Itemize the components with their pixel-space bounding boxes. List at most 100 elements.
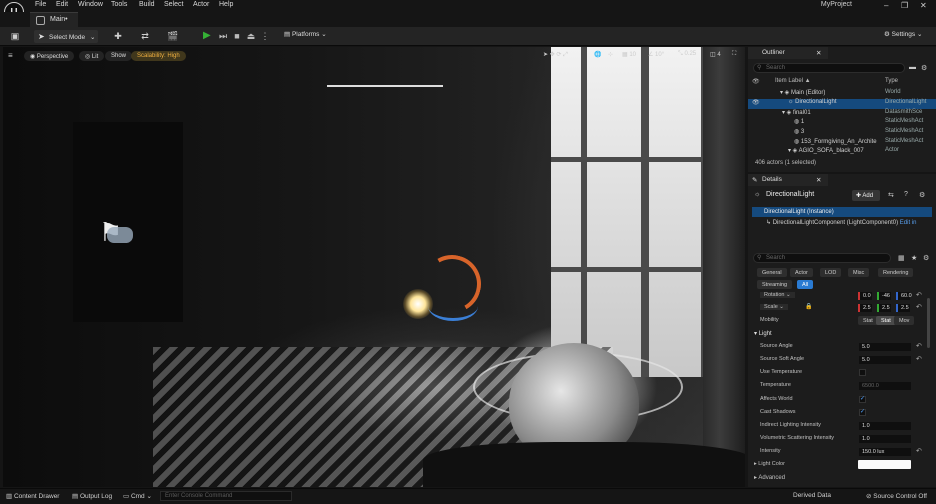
eye-icon[interactable]: 👁 [752, 99, 760, 106]
world-local-icon[interactable]: 🌐 [594, 51, 601, 61]
scale-x-field[interactable]: 2.5 [858, 304, 872, 312]
prop-source-angle-field[interactable]: 5.0 [859, 343, 911, 351]
help-icon[interactable]: ? [904, 191, 908, 198]
mobility-static[interactable]: Stat [858, 316, 878, 325]
add-component-button[interactable]: ✚ Add [852, 190, 880, 201]
reset-rotation-icon[interactable]: ↶ [916, 291, 922, 299]
select-tool-icon[interactable]: ➤ ✥ ⟳ ⤢ [543, 51, 568, 61]
reset-soft-angle-icon[interactable]: ↶ [916, 355, 922, 363]
perspective-button[interactable]: ◉ Perspective [24, 51, 75, 61]
reset-scale-icon[interactable]: ↶ [916, 303, 922, 311]
menu-help[interactable]: Help [219, 1, 233, 8]
scale-dropdown[interactable]: Scale ⌄ [760, 304, 788, 310]
camera-speed-icon[interactable]: ◫ 4 [710, 51, 721, 61]
directional-light-icon[interactable] [403, 289, 433, 319]
level-viewport[interactable]: ⚑ [3, 47, 745, 487]
stop-icon[interactable]: ■ [232, 31, 242, 41]
eject-icon[interactable]: ⏏ [246, 31, 256, 41]
blueprint-icon[interactable]: ⇄ [140, 31, 150, 41]
reset-intensity-icon[interactable]: ↶ [916, 447, 922, 455]
mobility-movable[interactable]: Mov [894, 316, 915, 325]
menu-window[interactable]: Window [78, 1, 103, 8]
select-mode-dropdown[interactable]: ➤ Select Mode ⌄ [34, 30, 98, 43]
menu-file[interactable]: File [35, 1, 46, 8]
tab-outliner[interactable]: Outliner ✕ [748, 47, 828, 59]
filter-all[interactable]: All [797, 280, 814, 289]
menu-build[interactable]: Build [139, 1, 155, 8]
affects-world-checkbox[interactable]: ✓ [859, 396, 866, 403]
details-settings-icon[interactable]: ⚙ [919, 191, 925, 199]
source-control-button[interactable]: ⊘ Source Control Off [866, 492, 927, 500]
filter-rendering[interactable]: Rendering [878, 268, 914, 277]
outliner-search-input[interactable]: ⚲ Search [753, 63, 905, 73]
scalability-warning[interactable]: Scalability: High [131, 51, 186, 61]
outliner-col-label[interactable]: Item Label ▲ [775, 78, 811, 84]
filter-general[interactable]: General [757, 268, 787, 277]
close-icon[interactable]: ✕ [920, 1, 927, 10]
scale-z-field[interactable]: 2.5 [896, 304, 910, 312]
outliner-row[interactable]: ◍ 3 StaticMeshAct [748, 128, 936, 138]
cmd-dropdown[interactable]: ▭ Cmd ⌄ [123, 492, 152, 500]
maximize-icon[interactable]: ❐ [901, 1, 908, 10]
rotation-gizmo-arc-blue[interactable] [428, 291, 478, 321]
grid-snap-icon[interactable]: ▦ 10 [622, 51, 636, 61]
outliner-row[interactable]: ▾ ◈ Main (Editor) World [748, 89, 936, 99]
cinematics-icon[interactable]: 🎬 [167, 31, 178, 41]
component-instance-row[interactable]: DirectionalLight (Instance) [752, 207, 932, 217]
star-icon[interactable]: ★ [911, 254, 917, 262]
play-icon[interactable]: ▶ [203, 30, 211, 41]
close-tab-icon[interactable]: ✕ [816, 176, 821, 184]
section-advanced-header[interactable]: ▸ Advanced [754, 474, 785, 481]
grid-view-icon[interactable]: ▦ [898, 254, 905, 262]
more-options-icon[interactable]: ⋮ [260, 31, 270, 41]
step-icon[interactable]: ⏭ [218, 31, 228, 41]
edit-in-link[interactable]: Edit in [900, 220, 917, 226]
settings-button[interactable]: ⚙ Settings ⌄ [884, 30, 922, 38]
viewport-menu-icon[interactable]: ≡ [8, 51, 18, 61]
details-filter-settings-icon[interactable]: ⚙ [923, 254, 929, 262]
filter-lod[interactable]: LOD [820, 268, 842, 277]
outliner-row-selected[interactable]: 👁 ☼ DirectionalLight DirectionalLight [748, 99, 936, 109]
cast-shadows-checkbox[interactable]: ✓ [859, 409, 866, 416]
actor-name[interactable]: DirectionalLight [766, 191, 814, 198]
menu-tools[interactable]: Tools [111, 1, 127, 8]
blueprint-icon[interactable]: ⇆ [888, 191, 894, 199]
filter-actor[interactable]: Actor [790, 268, 813, 277]
console-command-input[interactable]: Enter Console Command [160, 491, 292, 501]
scale-y-field[interactable]: 2.5 [877, 304, 891, 312]
close-tab-icon[interactable]: ✕ [816, 49, 821, 57]
prop-source-soft-angle-field[interactable]: 5.0 [859, 356, 911, 364]
scale-snap-icon[interactable]: ⤡ 0.25 [678, 51, 696, 61]
minimize-icon[interactable]: – [884, 1, 888, 10]
menu-edit[interactable]: Edit [56, 1, 68, 8]
use-temperature-checkbox[interactable] [859, 369, 866, 376]
tab-details[interactable]: ✎ Details ✕ [748, 174, 828, 186]
prop-intensity-field[interactable]: 150.0 lux [859, 448, 911, 456]
maximize-viewport-icon[interactable]: ⛶ [732, 51, 736, 61]
folder-icon[interactable]: ▬ [909, 64, 916, 71]
rotation-dropdown[interactable]: Rotation ⌄ [760, 292, 795, 298]
menu-actor[interactable]: Actor [193, 1, 209, 8]
prop-volumetric-intensity-field[interactable]: 1.0 [859, 435, 911, 443]
rotation-snap-icon[interactable]: ∠ 10° [648, 51, 664, 61]
lock-icon[interactable]: 🔒 [805, 303, 812, 310]
rotation-x-field[interactable]: 0.0 [858, 292, 872, 300]
rotation-y-field[interactable]: -46 [877, 292, 891, 300]
output-log-button[interactable]: ▤ Output Log [72, 492, 112, 500]
gamepad-icon[interactable] [107, 227, 133, 243]
prop-indirect-intensity-field[interactable]: 1.0 [859, 422, 911, 430]
component-child-row[interactable]: ↳ DirectionalLightComponent (LightCompon… [766, 219, 916, 226]
save-icon[interactable]: ▣ [10, 31, 20, 41]
prop-temperature-field[interactable]: 6500.0 [859, 382, 911, 390]
details-search-input[interactable]: ⚲ Search [753, 253, 891, 263]
reset-source-angle-icon[interactable]: ↶ [916, 342, 922, 350]
surface-snap-icon[interactable]: ⊹ [608, 51, 613, 61]
section-light-header[interactable]: ▾ Light [754, 330, 772, 337]
lit-button[interactable]: ◎ Lit [79, 51, 105, 61]
derived-data-button[interactable]: Derived Data [793, 492, 831, 499]
rotation-z-field[interactable]: 60.0 [896, 292, 912, 300]
tab-main[interactable]: Main• [30, 12, 78, 27]
outliner-row[interactable]: ▾ ◈ AGIO_SOFA_black_007 Actor [748, 147, 936, 157]
platforms-dropdown[interactable]: ▤ Platforms ⌄ [284, 30, 327, 38]
filter-streaming[interactable]: Streaming [757, 280, 793, 289]
